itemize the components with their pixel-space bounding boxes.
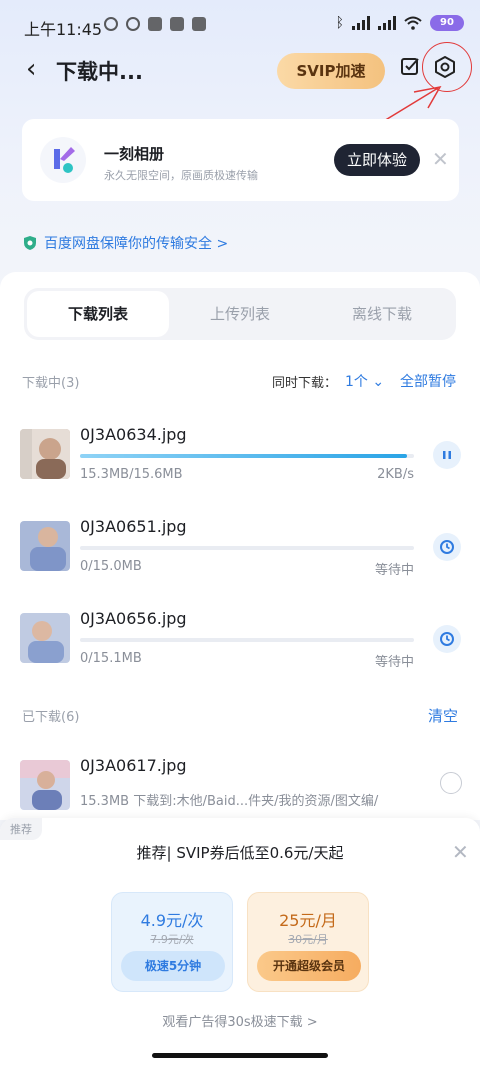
clock-icon xyxy=(440,632,454,646)
download-progress-bar xyxy=(80,638,414,642)
offer-price: 4.9元/次 xyxy=(140,911,204,930)
home-indicator[interactable] xyxy=(152,1053,328,1058)
file-thumbnail xyxy=(20,429,70,479)
app-notification-icon xyxy=(192,17,206,31)
download-status: 等待中 xyxy=(374,655,414,670)
download-item[interactable]: 0J3A0634.jpg 15.3MB/15.6MB 2KB/s xyxy=(0,425,480,507)
alarm-icon xyxy=(104,17,118,31)
offer-old-price: 30元/月 xyxy=(288,933,328,946)
shield-icon xyxy=(24,236,36,250)
waiting-button[interactable] xyxy=(433,625,461,653)
recommend-tag: 推荐 xyxy=(0,818,42,840)
offer-card-single[interactable]: 4.9元/次 7.9元/次 极速5分钟 xyxy=(111,892,233,992)
security-notice-text: 百度网盘保障你的传输安全 > xyxy=(44,236,229,252)
tab-upload-list[interactable]: 上传列表 xyxy=(169,291,311,337)
download-progress-fill xyxy=(80,454,408,458)
watch-ad-link[interactable]: 观看广告得30s极速下载 > xyxy=(0,1011,480,1030)
file-size: 15.3MB/15.6MB xyxy=(80,467,183,482)
battery-icon: 90 xyxy=(430,15,464,31)
offer-card-monthly[interactable]: 25元/月 30元/月 开通超级会员 xyxy=(247,892,369,992)
file-size: 0/15.0MB xyxy=(80,559,142,574)
ad-title: 一刻相册 xyxy=(104,145,165,163)
wifi-icon xyxy=(404,16,422,30)
offer-button[interactable]: 开通超级会员 xyxy=(257,951,361,981)
downloading-section-label: 下载中(3) xyxy=(22,376,80,391)
svip-recommend-sheet: 推荐 推荐| SVIP券后低至0.6元/天起 ✕ 4.9元/次 7.9元/次 极… xyxy=(0,818,480,1066)
clock-icon xyxy=(440,540,454,554)
page-title: 下载中... xyxy=(56,60,143,84)
select-radio[interactable] xyxy=(440,772,462,794)
security-notice[interactable]: 百度网盘保障你的传输安全 > xyxy=(22,233,228,253)
download-speed: 2KB/s xyxy=(377,467,414,482)
simultaneous-count-dropdown[interactable]: 1个 ⌄ xyxy=(345,371,384,391)
transfer-panel: 下载列表 上传列表 离线下载 下载中(3) 同时下载： 1个 ⌄ 全部暂停 0J… xyxy=(0,272,480,820)
tab-download-list[interactable]: 下载列表 xyxy=(27,291,169,337)
pause-icon xyxy=(443,451,451,459)
sheet-close-icon[interactable]: ✕ xyxy=(452,840,469,864)
offer-button[interactable]: 极速5分钟 xyxy=(121,951,225,981)
file-name: 0J3A0651.jpg xyxy=(80,517,187,536)
signal-icon xyxy=(378,16,396,30)
file-detail: 15.3MB 下载到:木他/Baid...件夹/我的资源/图文编/ xyxy=(80,794,379,809)
download-item[interactable]: 0J3A0651.jpg 0/15.0MB 等待中 xyxy=(0,517,480,599)
waiting-button[interactable] xyxy=(433,533,461,561)
promo-ad-card[interactable]: 一刻相册 永久无限空间，原画质极速传输 立即体验 ✕ xyxy=(22,119,459,201)
yike-album-logo-icon xyxy=(40,137,86,183)
status-bar: 上午11:45 ᛒ 90 xyxy=(0,0,480,44)
status-notification-icons xyxy=(104,17,206,31)
tab-offline-download[interactable]: 离线下载 xyxy=(311,291,453,337)
file-size: 0/15.1MB xyxy=(80,651,142,666)
offer-old-price: 7.9元/次 xyxy=(150,933,194,946)
bluetooth-icon: ᛒ xyxy=(335,15,344,31)
file-thumbnail xyxy=(20,613,70,663)
file-thumbnail xyxy=(20,521,70,571)
file-thumbnail xyxy=(20,760,70,810)
transfer-tabs: 下载列表 上传列表 离线下载 xyxy=(24,288,456,340)
sheet-title: 推荐| SVIP券后低至0.6元/天起 xyxy=(136,844,344,862)
file-name: 0J3A0617.jpg xyxy=(80,756,187,775)
file-name: 0J3A0634.jpg xyxy=(80,425,187,444)
status-time: 上午11:45 xyxy=(24,20,103,39)
simultaneous-label: 同时下载： xyxy=(272,376,338,391)
file-name: 0J3A0656.jpg xyxy=(80,609,187,628)
annotation-circle xyxy=(422,42,472,92)
download-progress-bar xyxy=(80,454,414,458)
multi-select-check-icon[interactable] xyxy=(400,56,420,76)
ad-try-button[interactable]: 立即体验 xyxy=(334,144,420,176)
download-item[interactable]: 0J3A0656.jpg 0/15.1MB 等待中 xyxy=(0,609,480,691)
pause-button[interactable] xyxy=(433,441,461,469)
signal-icon xyxy=(352,16,370,30)
svip-boost-button[interactable]: SVIP加速 xyxy=(277,53,385,89)
offer-price: 25元/月 xyxy=(279,911,337,930)
pause-all-button[interactable]: 全部暂停 xyxy=(400,371,456,391)
download-progress-bar xyxy=(80,546,414,550)
app-notification-icon xyxy=(170,17,184,31)
clear-button[interactable]: 清空 xyxy=(428,705,458,726)
ad-close-icon[interactable]: ✕ xyxy=(432,147,449,171)
ad-subtitle: 永久无限空间，原画质极速传输 xyxy=(104,169,258,182)
back-chevron-icon[interactable]: ‹ xyxy=(26,54,36,84)
app-notification-icon xyxy=(148,17,162,31)
status-system-icons: ᛒ 90 xyxy=(336,15,464,31)
download-status: 等待中 xyxy=(374,563,414,578)
downloaded-section-label: 已下载(6) xyxy=(22,710,80,725)
clock-icon xyxy=(126,17,140,31)
